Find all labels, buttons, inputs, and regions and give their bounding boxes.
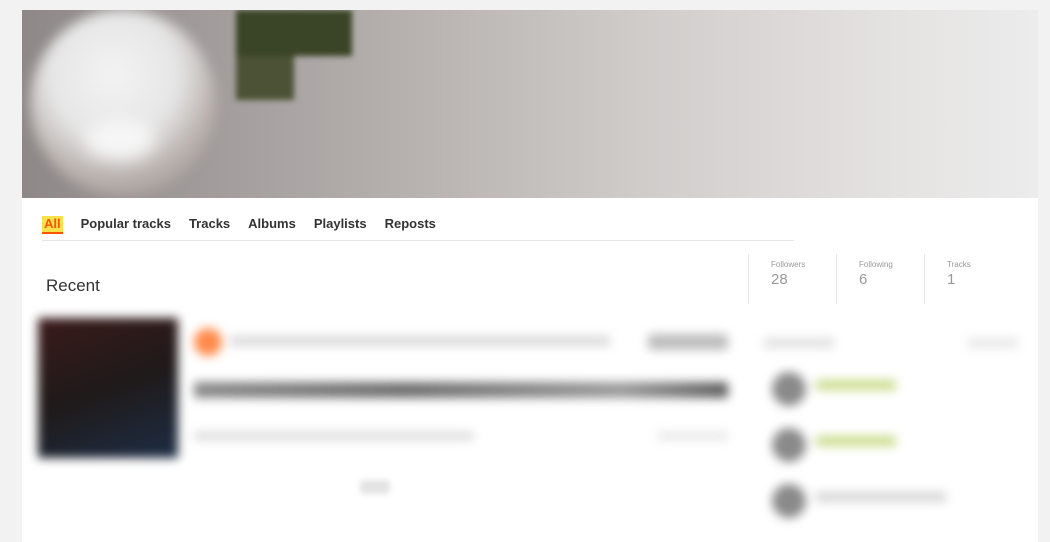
sidebar-user-row[interactable] [772,372,1012,412]
sidebar-user-row[interactable] [772,484,1012,524]
stat-value: 6 [859,271,868,288]
profile-name-blurred [236,10,352,102]
recent-track-card-blurred[interactable] [38,306,728,462]
profile-header-banner [22,10,1038,198]
stat-value: 28 [771,271,788,288]
tab-albums[interactable]: Albums [248,214,304,236]
track-tag-blurred [648,334,728,350]
stat-value: 1 [947,271,956,288]
avatar [772,428,806,462]
load-more-blurred [360,480,390,494]
avatar [772,484,806,518]
sidebar-user-row[interactable] [772,428,1012,468]
tab-tracks[interactable]: Tracks [189,214,238,236]
stat-tracks[interactable]: Tracks 1 [924,254,1012,304]
user-name-blurred [816,380,896,390]
profile-page: All Popular tracks Tracks Albums Playlis… [22,10,1038,542]
profile-tabs: All Popular tracks Tracks Albums Playlis… [42,214,794,241]
track-waveform[interactable] [194,382,728,398]
avatar [772,372,806,406]
sidebar-heading-blurred [764,338,834,348]
user-name-blurred [816,436,896,446]
play-icon[interactable] [194,328,222,356]
track-title-blurred [230,336,610,346]
tab-playlists[interactable]: Playlists [314,214,375,236]
profile-stats: Followers 28 Following 6 Tracks 1 [748,254,1038,304]
stat-label: Following [859,260,893,269]
stat-following[interactable]: Following 6 [836,254,924,304]
section-title-recent: Recent [46,276,100,295]
track-actions-blurred [194,432,474,440]
tab-all[interactable]: All [42,216,63,234]
stat-label: Tracks [947,260,971,269]
stat-followers[interactable]: Followers 28 [748,254,836,304]
user-name-blurred [816,492,946,502]
sidebar-blurred [752,316,1038,542]
tab-popular-tracks[interactable]: Popular tracks [81,214,179,236]
sidebar-view-all-blurred [968,338,1018,348]
tab-reposts[interactable]: Reposts [385,214,444,236]
stat-label: Followers [771,260,806,269]
track-stats-blurred [658,432,728,440]
profile-avatar[interactable] [30,10,216,196]
track-artwork[interactable] [38,318,178,458]
